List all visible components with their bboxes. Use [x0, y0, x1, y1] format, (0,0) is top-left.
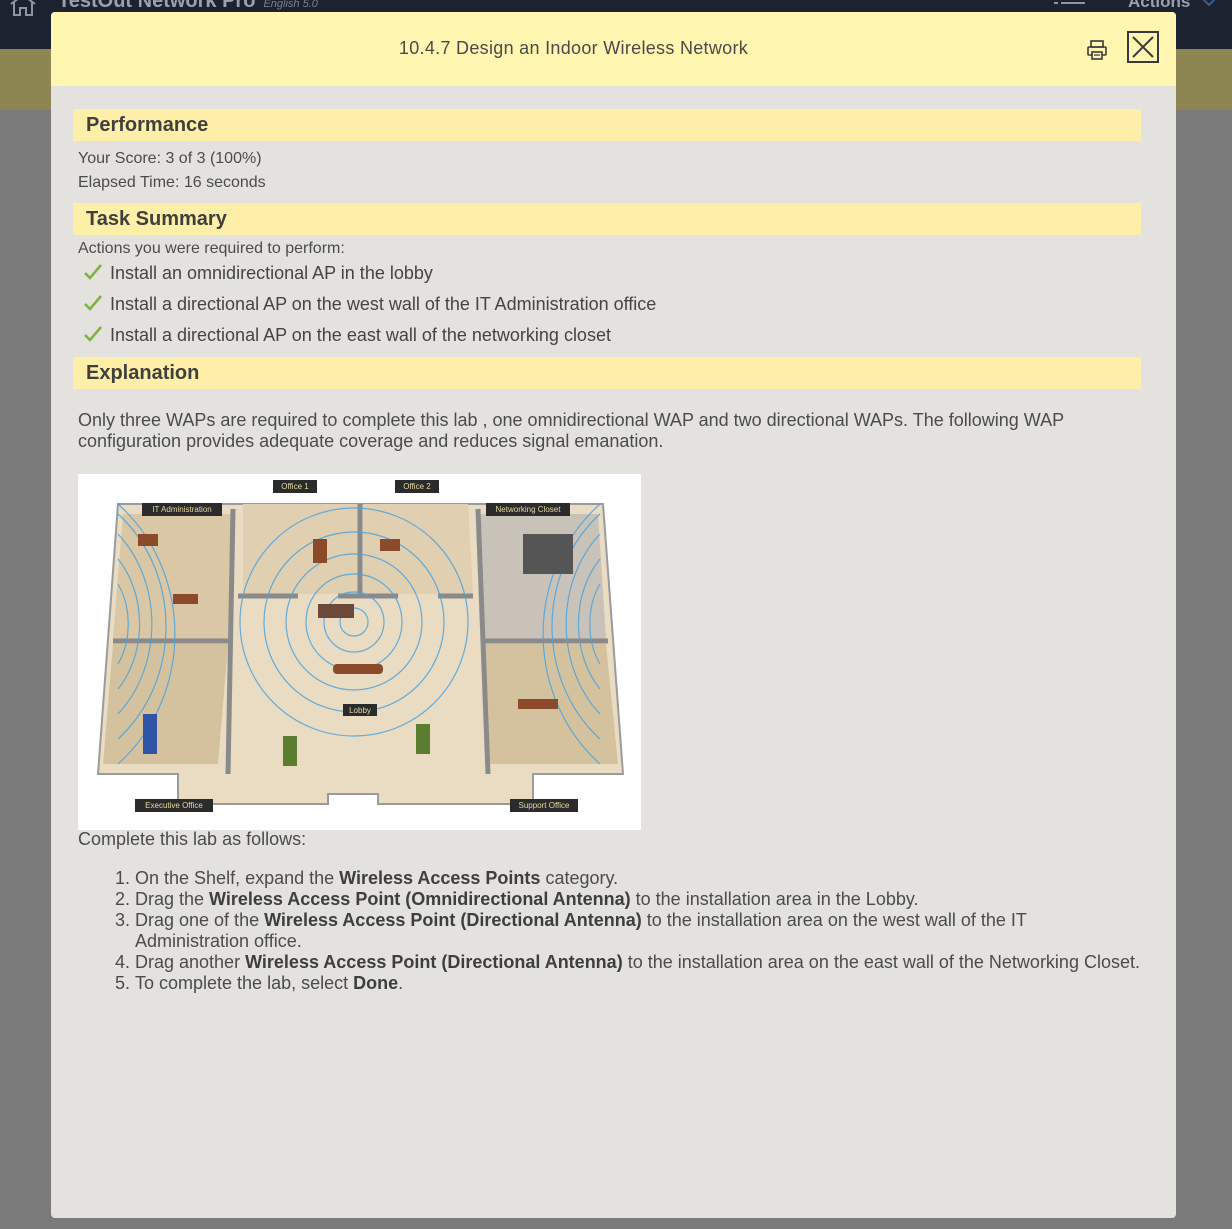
steps-list: On the Shelf, expand the Wireless Access… — [73, 868, 1141, 994]
label-support-office: Support Office — [519, 801, 571, 810]
explanation-paragraph: Only three WAPs are required to complete… — [78, 410, 1064, 451]
explanation-heading: Explanation — [73, 357, 1141, 389]
performance-heading: Performance — [73, 109, 1141, 141]
close-button[interactable] — [1127, 31, 1159, 63]
step-item: To complete the lab, select Done. — [135, 973, 1141, 994]
modal-title: 10.4.7 Design an Indoor Wireless Network — [398, 38, 749, 58]
checkmark-icon — [84, 295, 102, 311]
chevron-down-icon[interactable] — [1200, 0, 1218, 8]
modal-content: Performance Your Score: 3 of 3 (100%) El… — [73, 109, 1141, 994]
label-networking-closet: Networking Closet — [496, 505, 562, 514]
score-text: Your Score: 3 of 3 (100%) — [78, 150, 262, 167]
task-item: Install an omnidirectional AP in the lob… — [84, 258, 1141, 289]
label-office-1: Office 1 — [281, 482, 309, 491]
list-icon[interactable] — [1054, 0, 1086, 8]
close-icon — [1132, 36, 1154, 58]
label-lobby: Lobby — [349, 706, 371, 715]
results-modal: 10.4.7 Design an Indoor Wireless Network… — [51, 12, 1176, 1218]
step-item: Drag the Wireless Access Point (Omnidire… — [135, 889, 1141, 910]
task-item: Install a directional AP on the east wal… — [84, 320, 1141, 351]
steps-intro: Complete this lab as follows: — [78, 829, 307, 849]
checkmark-icon — [84, 326, 102, 342]
task-intro: Actions you were required to perform: — [78, 240, 345, 257]
step-item: Drag another Wireless Access Point (Dire… — [135, 952, 1141, 973]
printer-icon[interactable] — [1085, 38, 1109, 62]
step-item: Drag one of the Wireless Access Point (D… — [135, 910, 1141, 952]
task-item: Install a directional AP on the west wal… — [84, 289, 1141, 320]
elapsed-time-text: Elapsed Time: 16 seconds — [78, 174, 266, 191]
label-it-administration: IT Administration — [152, 505, 211, 514]
modal-header: 10.4.7 Design an Indoor Wireless Network — [51, 12, 1176, 86]
floor-plan-diagram: IT Administration Office 1 Office 2 Netw… — [78, 474, 641, 830]
label-office-2: Office 2 — [403, 482, 431, 491]
actions-menu[interactable]: Actions — [1128, 0, 1190, 12]
home-icon[interactable] — [8, 0, 38, 16]
checkmark-icon — [84, 264, 102, 280]
task-summary-heading: Task Summary — [73, 203, 1141, 235]
step-item: On the Shelf, expand the Wireless Access… — [135, 868, 1141, 889]
label-executive-office: Executive Office — [145, 801, 203, 810]
